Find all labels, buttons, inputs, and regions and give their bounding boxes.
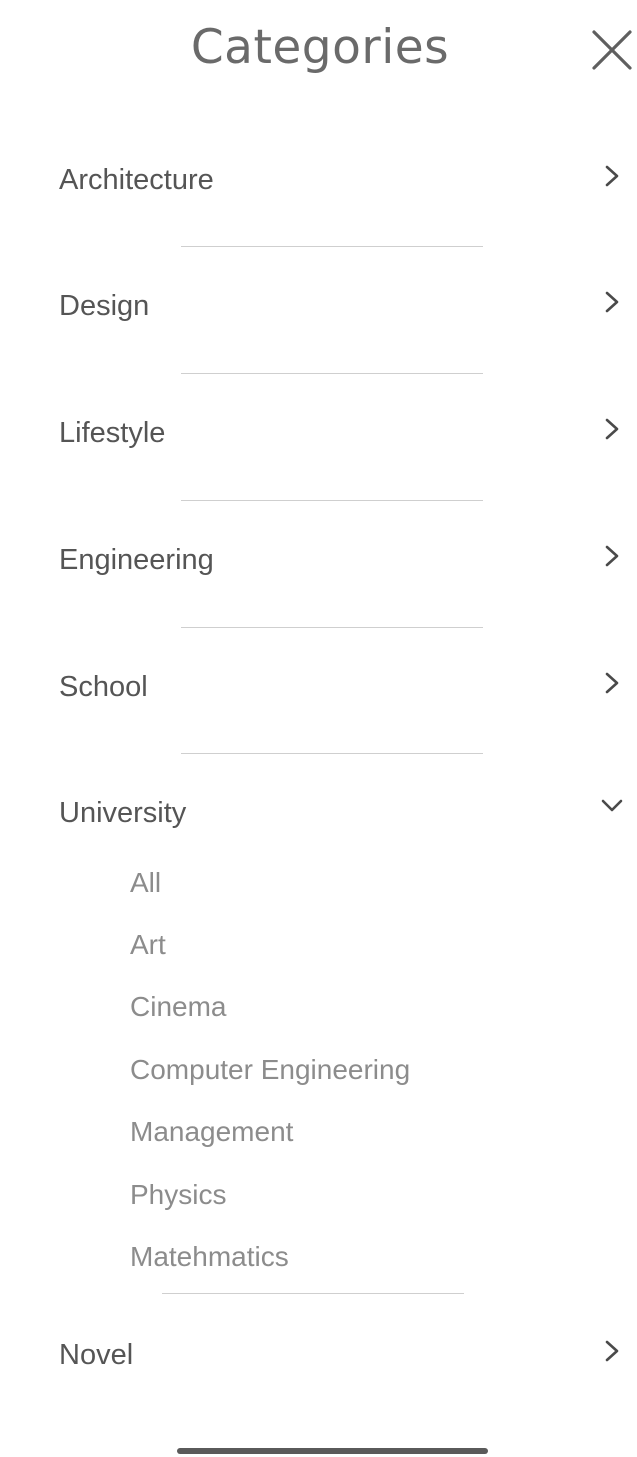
subcategory-item-all[interactable]: All — [130, 867, 161, 899]
subcategory-item-physics[interactable]: Physics — [130, 1179, 226, 1211]
category-label: University — [59, 797, 187, 829]
subcategory-item-mathematics[interactable]: Matehmatics — [130, 1241, 289, 1273]
subcategory-item-computer-engineering[interactable]: Computer Engineering — [130, 1054, 410, 1086]
category-item-engineering[interactable]: Engineering — [0, 530, 637, 590]
subcategory-item-cinema[interactable]: Cinema — [130, 991, 226, 1023]
close-button[interactable] — [590, 28, 634, 72]
category-item-school[interactable]: School — [0, 657, 637, 717]
category-label: Design — [59, 290, 150, 322]
divider — [181, 373, 483, 374]
chevron-right-icon — [605, 1340, 619, 1362]
category-item-architecture[interactable]: Architecture — [0, 150, 637, 210]
chevron-right-icon — [605, 545, 619, 567]
divider — [181, 246, 483, 247]
category-item-lifestyle[interactable]: Lifestyle — [0, 403, 637, 463]
category-item-novel[interactable]: Novel — [0, 1325, 637, 1385]
chevron-right-icon — [605, 418, 619, 440]
chevron-right-icon — [605, 291, 619, 313]
category-label: Engineering — [59, 544, 214, 576]
chevron-down-icon — [601, 799, 623, 812]
divider — [181, 500, 483, 501]
divider — [181, 753, 483, 754]
category-label: Novel — [59, 1339, 134, 1371]
chevron-right-icon — [605, 165, 619, 187]
subcategory-item-art[interactable]: Art — [130, 929, 166, 961]
home-indicator[interactable] — [177, 1448, 488, 1454]
category-label: Lifestyle — [59, 417, 166, 449]
divider — [181, 627, 483, 628]
category-label: Architecture — [59, 164, 214, 196]
page-title: Categories — [190, 20, 450, 75]
category-item-university[interactable]: University — [0, 783, 637, 843]
subcategory-item-management[interactable]: Management — [130, 1116, 293, 1148]
category-item-design[interactable]: Design — [0, 276, 637, 336]
divider — [162, 1293, 464, 1294]
close-icon — [592, 30, 632, 70]
chevron-right-icon — [605, 672, 619, 694]
category-label: School — [59, 671, 148, 703]
